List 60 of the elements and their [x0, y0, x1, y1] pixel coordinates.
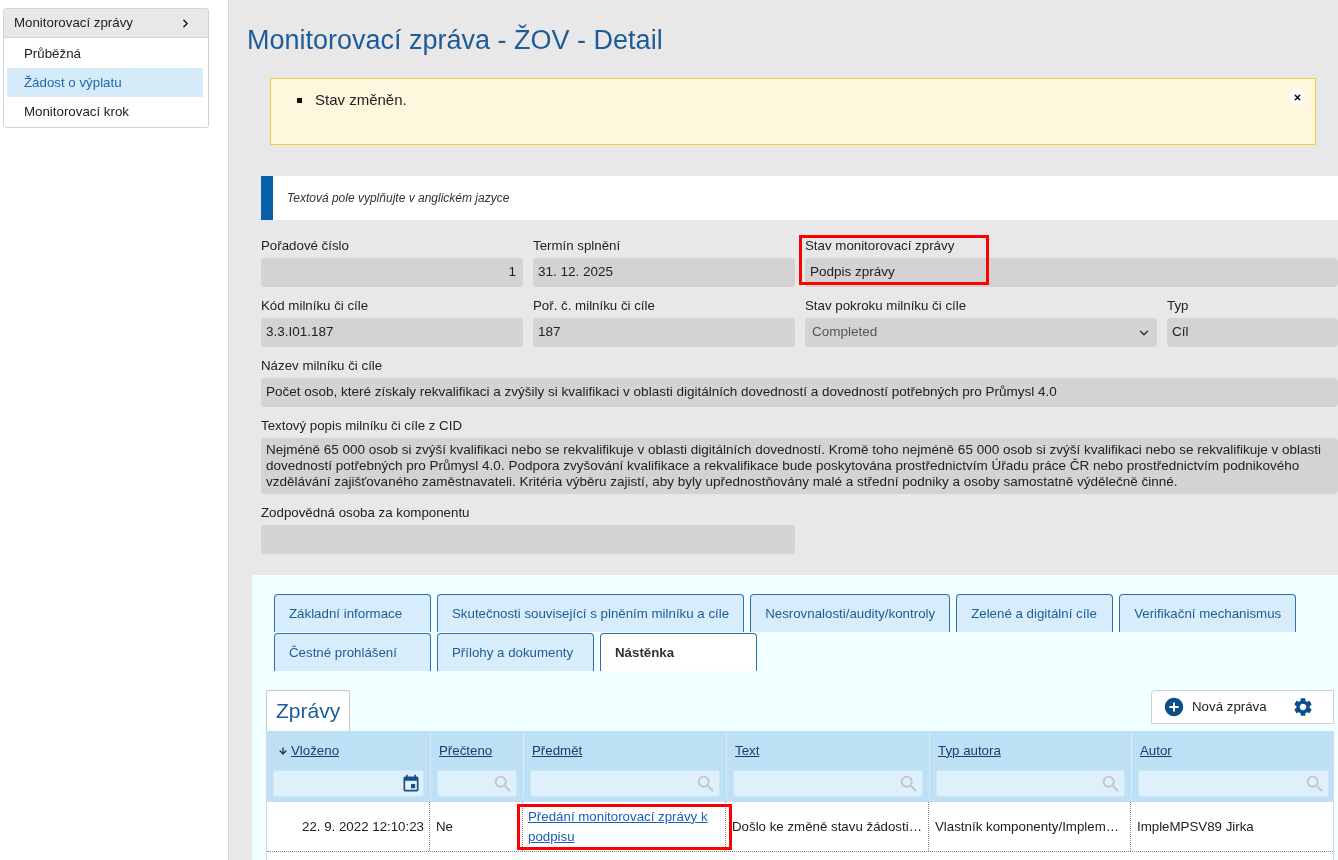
- tab[interactable]: Přílohy a dokumenty: [437, 633, 594, 671]
- notice-text: Textová pole vyplňujte v anglickém jazyce: [287, 190, 510, 207]
- plus-icon: [1163, 696, 1185, 718]
- tab[interactable]: Verifikační mechanismus: [1119, 594, 1297, 632]
- field-label: Zodpovědná osoba za komponentu: [261, 504, 470, 522]
- subject-link[interactable]: Předání monitorovací zprávy k podpisu: [528, 806, 719, 847]
- new-message-button[interactable]: Nová zpráva: [1163, 696, 1267, 718]
- alert-message: Stav změněn.: [315, 90, 407, 110]
- field-label: Typ: [1167, 297, 1189, 315]
- calendar-icon[interactable]: [401, 773, 421, 794]
- menu-header[interactable]: Monitorovací zprávy: [4, 9, 208, 38]
- filter-field[interactable]: [936, 770, 1125, 797]
- field-label: Název milníku či cíle: [261, 357, 383, 375]
- field-label: Poř. č. milníku či cíle: [533, 297, 655, 315]
- input-field[interactable]: 1: [261, 258, 523, 287]
- text-area[interactable]: Nejméně 65 000 osob si zvýší kvalifikaci nebo se rekvalifikuje v oblasti digitálních dovedností. Kromě toho nejméně 65 000 osob si zvýší kvalifikaci nebo se rekvalifikuje v oblasti dovedností potřebných pro Průmysl 4.0. Podpora zvyšování kvalifikace a rekvalifikace bude poskytována prostřednictvím Úřadu práce ČR nebo prostřednictvím podnikového vzdělávání zajišťovaného zaměstnavateli. Kritéria výběru zajistí, aby byly upřednostňovány malé a střední podniky a osoby samostatně výdělečně činné.: [261, 438, 1338, 494]
- section-tab[interactable]: Zprávy: [266, 690, 351, 731]
- column-header[interactable]: Text: [735, 740, 760, 761]
- table-cell-text: 22. 9. 2022 12:10:23: [302, 817, 424, 836]
- input-field[interactable]: Cíl: [1167, 318, 1338, 347]
- close-button[interactable]: [1289, 89, 1305, 105]
- filter-field[interactable]: [1138, 770, 1329, 797]
- input-field[interactable]: 3.3.I01.187: [261, 318, 523, 347]
- bullet-icon: [297, 97, 302, 103]
- input-field[interactable]: Podpis zprávy: [805, 258, 1338, 287]
- table-cell-text: Došlo ke změně stavu žádosti…: [732, 817, 922, 836]
- settings-icon[interactable]: [1292, 696, 1314, 718]
- table-cell-text: Vlastník komponenty/Implem…: [935, 817, 1119, 836]
- input-field[interactable]: 187: [533, 318, 795, 347]
- filter-field[interactable]: [733, 770, 923, 797]
- select-field[interactable]: Completed: [805, 318, 1157, 347]
- column-header[interactable]: Přečteno: [439, 740, 493, 761]
- field-label: Termín splnění: [533, 237, 621, 255]
- filter-field[interactable]: [273, 770, 424, 797]
- tab[interactable]: Základní informace: [274, 594, 431, 632]
- close-icon: [1292, 92, 1302, 102]
- input-field[interactable]: Počet osob, které získaly rekvalifikaci a zvýšily si kvalifikaci v oblasti digitálních dovedností a dovedností potřebných pro Průmysl 4.0: [261, 378, 1338, 407]
- tab[interactable]: Nesrovnalosti/audity/kontroly: [750, 594, 951, 632]
- menu-item[interactable]: Průběžná: [7, 39, 203, 68]
- tab[interactable]: Čestné prohlášení: [274, 633, 431, 671]
- column-header[interactable]: Vloženo: [278, 740, 340, 761]
- page-title: Monitorovací zpráva - ŽOV - Detail: [247, 23, 663, 57]
- tab[interactable]: Nástěnka: [600, 633, 757, 671]
- table-cell-text: ImpleMPSV89 Jirka: [1137, 817, 1254, 836]
- table-cell-text: Ne: [436, 817, 453, 836]
- filter-field[interactable]: [437, 770, 517, 797]
- tab[interactable]: Zelené a digitální cíle: [956, 594, 1114, 632]
- filter-field[interactable]: [530, 770, 720, 797]
- field-label: Textový popis milníku či cíle z CID: [261, 417, 462, 435]
- tab[interactable]: Skutečnosti související s plněním milníku a cíle: [437, 594, 745, 632]
- field-label: Stav monitorovací zprávy: [805, 237, 955, 255]
- input-field[interactable]: 31. 12. 2025: [533, 258, 795, 287]
- column-header[interactable]: Předmět: [532, 740, 583, 761]
- field-label: Kód milníku či cíle: [261, 297, 369, 315]
- menu-item[interactable]: Monitorovací krok: [7, 97, 203, 126]
- menu-item[interactable]: Žádost o výplatu: [7, 68, 203, 97]
- field-label: Pořadové číslo: [261, 237, 349, 255]
- column-header[interactable]: Autor: [1140, 740, 1172, 761]
- column-header[interactable]: Typ autora: [938, 740, 1001, 761]
- field-label: Stav pokroku milníku či cíle: [805, 297, 967, 315]
